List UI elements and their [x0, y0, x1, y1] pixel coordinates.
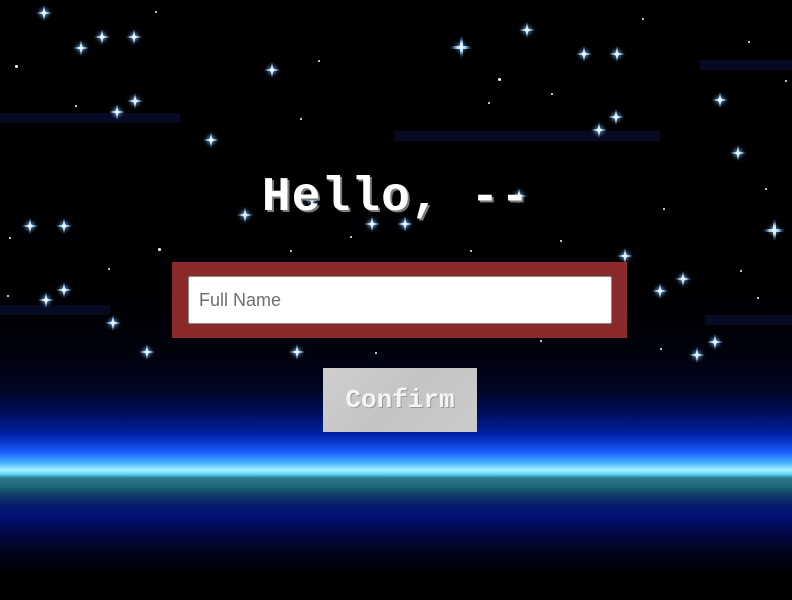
- star-dot: [660, 348, 662, 350]
- star-dot: [748, 41, 750, 43]
- sky-band: [0, 113, 180, 123]
- star-dot: [158, 248, 161, 251]
- star-dot: [350, 236, 352, 238]
- star-dot: [290, 250, 292, 252]
- star-dot: [757, 297, 759, 299]
- sky-band: [395, 131, 660, 141]
- star-dot: [498, 78, 501, 81]
- sky-band: [705, 315, 792, 325]
- star-dot: [785, 80, 787, 82]
- star-dot: [540, 340, 542, 342]
- star-dot: [470, 250, 472, 252]
- star-dot: [300, 118, 302, 120]
- sky-band: [0, 305, 110, 315]
- star-dot: [155, 11, 157, 13]
- star-dot: [740, 270, 742, 272]
- star-dot: [488, 102, 490, 104]
- star-dot: [318, 60, 320, 62]
- star-dot: [375, 352, 377, 354]
- star-dot: [9, 237, 11, 239]
- star-dot: [560, 240, 562, 242]
- confirm-button[interactable]: Confirm: [323, 368, 477, 432]
- name-input-frame: [172, 262, 627, 338]
- sky-band: [700, 60, 792, 70]
- star-dot: [642, 18, 644, 20]
- star-dot: [75, 105, 77, 107]
- star-dot: [108, 268, 110, 270]
- full-name-input[interactable]: [188, 276, 612, 324]
- greeting-heading: Hello, --: [261, 171, 531, 225]
- star-dot: [551, 93, 553, 95]
- star-dot: [15, 65, 18, 68]
- star-dot: [7, 295, 9, 297]
